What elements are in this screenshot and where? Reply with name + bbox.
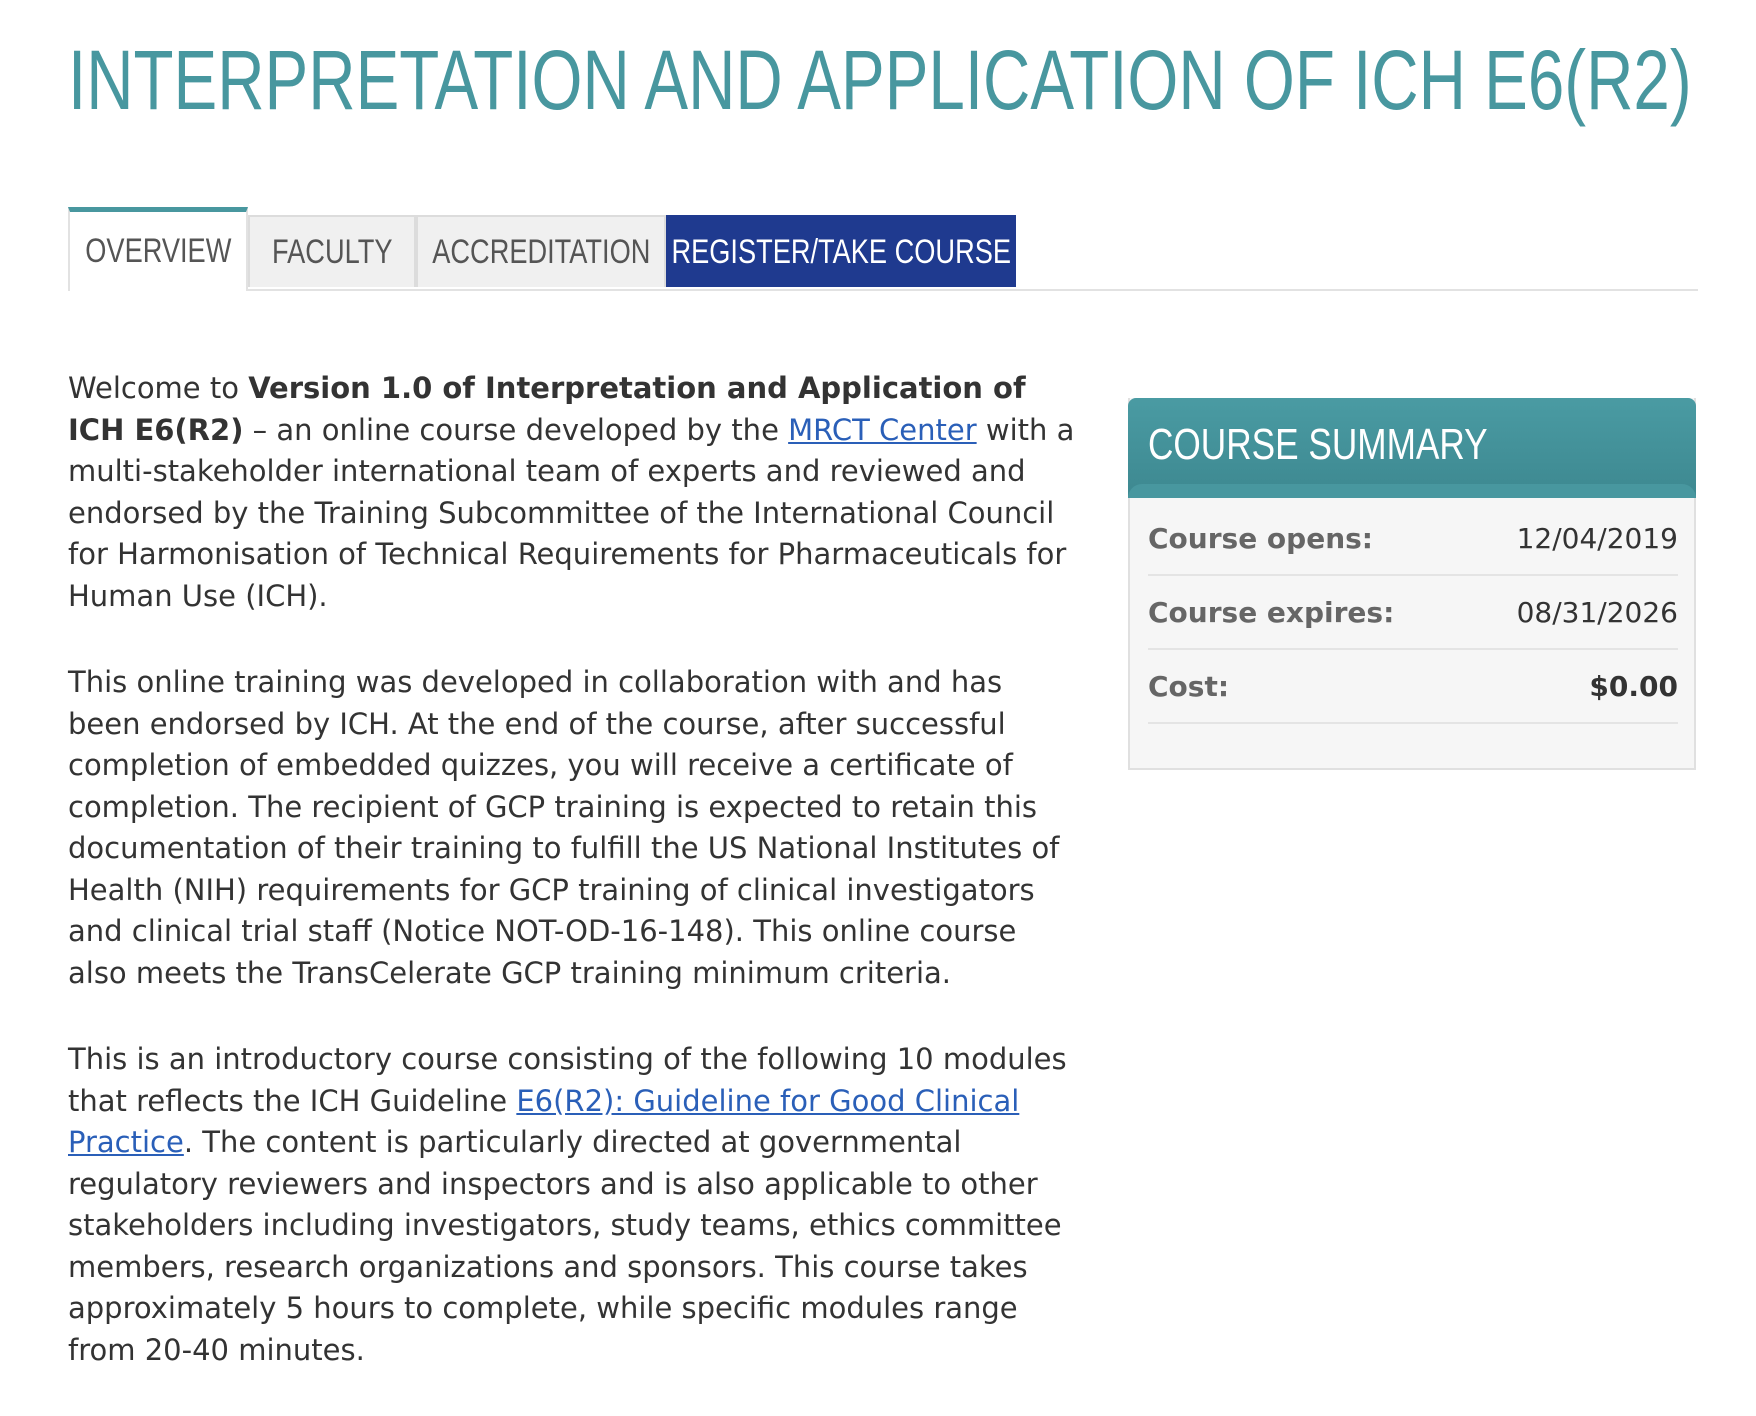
course-opens-label: Course opens:	[1148, 521, 1373, 555]
summary-row-expires: Course expires: 08/31/2026	[1148, 576, 1678, 650]
summary-row-opens: Course opens: 12/04/2019	[1148, 502, 1678, 576]
training-paragraph: This online training was developed in co…	[68, 665, 1060, 990]
tab-faculty-label: FACULTY	[271, 232, 393, 271]
mrct-center-link[interactable]: MRCT Center	[788, 413, 977, 447]
intro-paragraph: Welcome to Version 1.0 of Interpretation…	[68, 368, 1078, 617]
course-expires-label: Course expires:	[1148, 595, 1395, 629]
summary-row-cost: Cost: $0.00	[1148, 650, 1678, 724]
tab-overview[interactable]: OVERVIEW	[68, 207, 248, 291]
course-opens-value: 12/04/2019	[1516, 521, 1678, 555]
overview-content: Welcome to Version 1.0 of Interpretation…	[68, 368, 1078, 1416]
modules-paragraph: This is an introductory course consistin…	[68, 1039, 1078, 1371]
intro-text-mid: – an online course developed by the	[243, 412, 789, 447]
tab-accreditation[interactable]: ACCREDITATION	[416, 215, 666, 287]
course-summary-header: COURSE SUMMARY	[1128, 398, 1696, 498]
tab-accreditation-label: ACCREDITATION	[431, 232, 651, 271]
intro-text: Welcome to	[68, 371, 249, 405]
modules-text-end: . The content is particularly directed a…	[68, 1125, 1062, 1367]
tab-overview-label: OVERVIEW	[84, 232, 232, 270]
course-summary-panel: COURSE SUMMARY Course opens: 12/04/2019 …	[1128, 398, 1696, 770]
tab-bar: OVERVIEW FACULTY ACCREDITATION REGISTER/…	[68, 207, 1698, 291]
page-title: INTERPRETATION AND APPLICATION OF ICH E6…	[68, 33, 1692, 127]
tab-faculty[interactable]: FACULTY	[248, 215, 416, 287]
tab-register-label: REGISTER/TAKE COURSE	[671, 232, 1011, 271]
cost-label: Cost:	[1148, 669, 1230, 703]
course-summary-rows: Course opens: 12/04/2019 Course expires:…	[1148, 502, 1678, 724]
course-summary-title: COURSE SUMMARY	[1148, 420, 1488, 469]
cost-value: $0.00	[1589, 669, 1678, 703]
tab-register-take-course[interactable]: REGISTER/TAKE COURSE	[666, 215, 1016, 287]
course-expires-value: 08/31/2026	[1516, 595, 1678, 629]
